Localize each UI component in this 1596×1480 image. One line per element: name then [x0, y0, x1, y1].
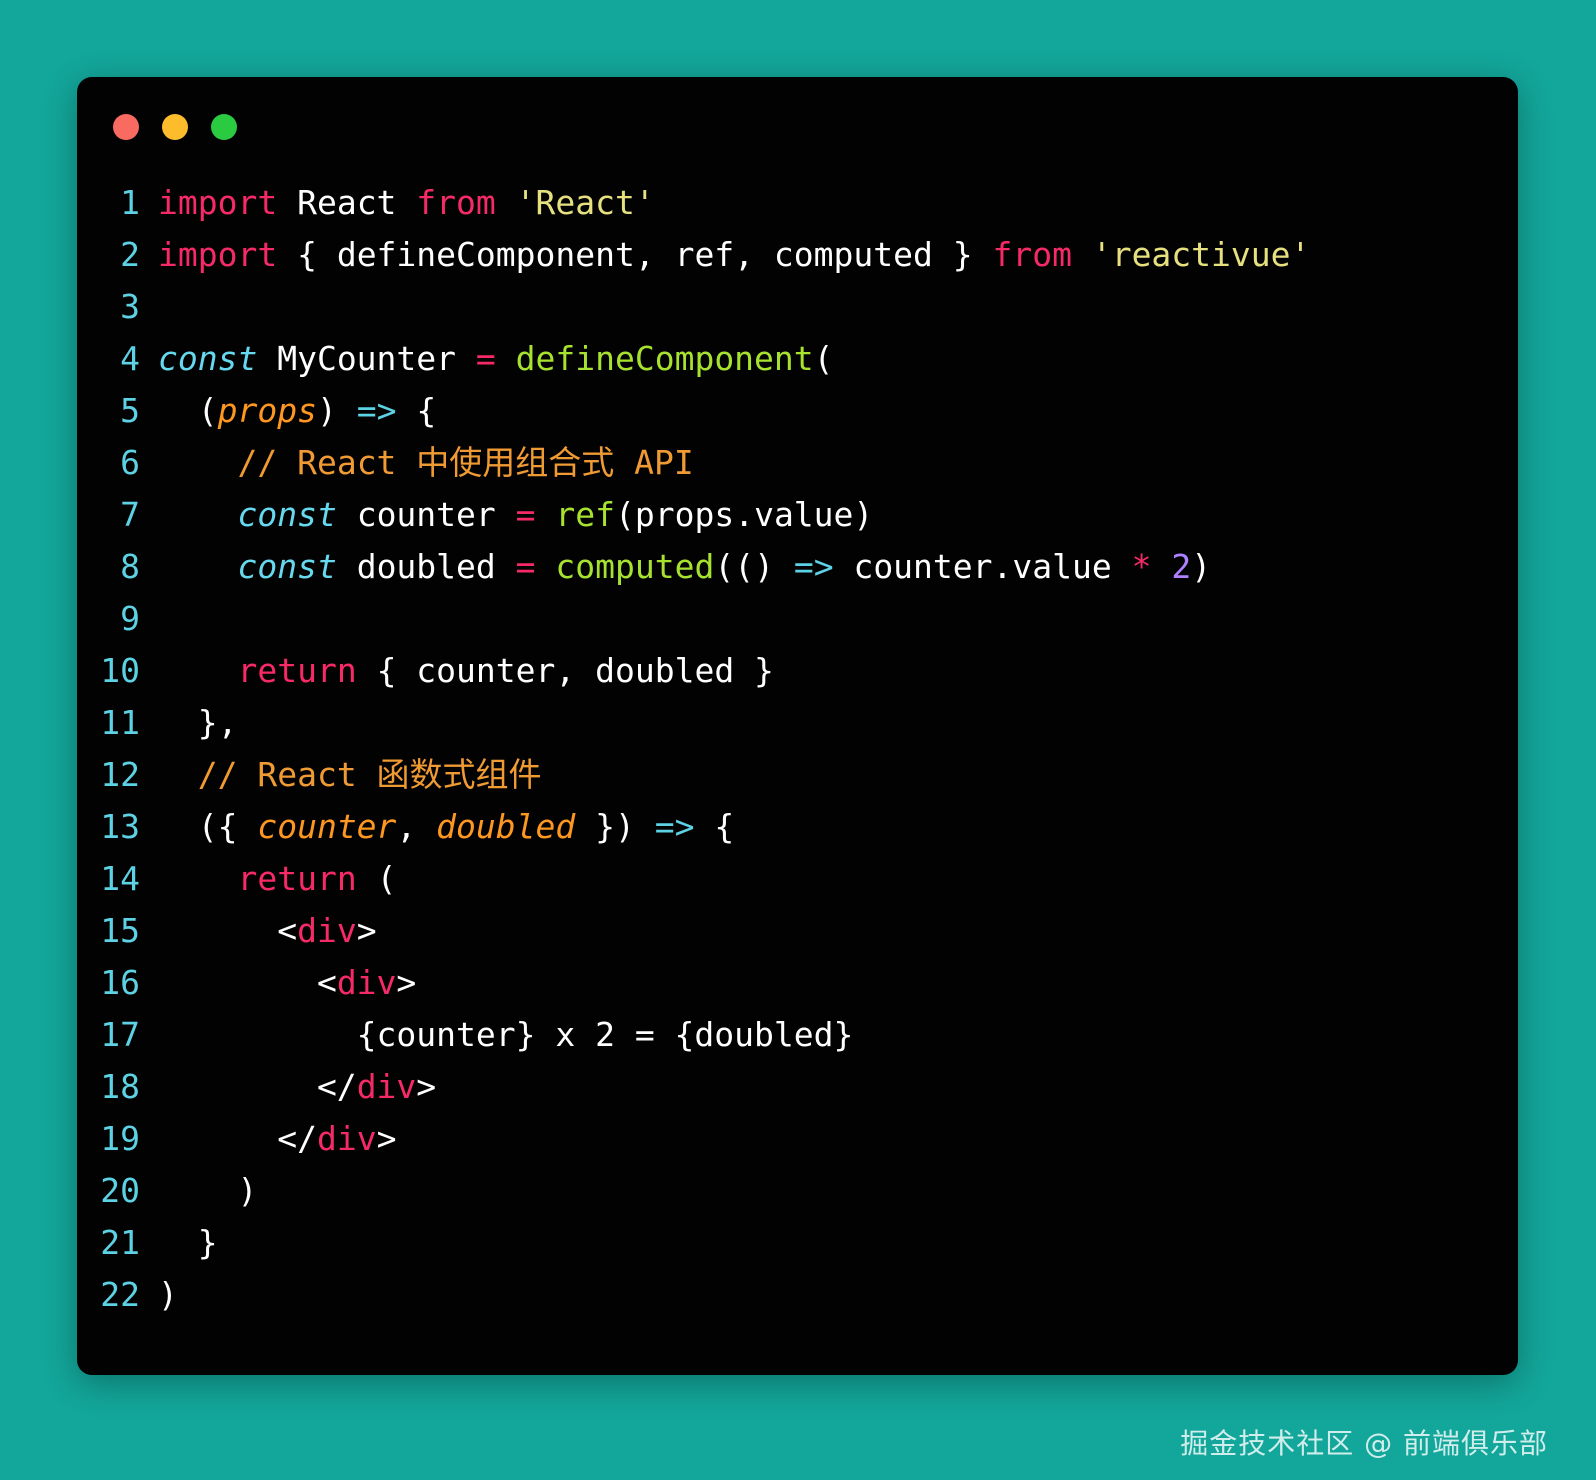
code-line: 6 // React 中使用组合式 API: [77, 437, 1518, 489]
line-number: 11: [100, 703, 140, 742]
code-line: 7 const counter = ref(props.value): [77, 489, 1518, 541]
code-line: 10 return { counter, doubled }: [77, 645, 1518, 697]
line-number: 10: [100, 651, 140, 690]
line-source: ): [158, 1171, 258, 1210]
code-line: 1 import React from 'React': [77, 177, 1518, 229]
code-line: 2 import { defineComponent, ref, compute…: [77, 229, 1518, 281]
screenshot-stage: 1 import React from 'React' 2 import { d…: [0, 0, 1596, 1480]
line-source: const doubled = computed(() => counter.v…: [237, 547, 1212, 586]
line-number: 3: [120, 287, 140, 326]
line-number: 4: [120, 339, 140, 378]
code-line: 18 </div>: [77, 1061, 1518, 1113]
code-line: 20 ): [77, 1165, 1518, 1217]
line-source: <div>: [158, 911, 377, 950]
minimize-button[interactable]: [162, 114, 188, 140]
line-source: ({ counter, doubled }) => {: [158, 807, 735, 846]
line-source: // React 函数式组件: [197, 755, 542, 794]
window-titlebar: [77, 77, 1518, 177]
close-button[interactable]: [113, 114, 139, 140]
code-line: 3: [77, 281, 1518, 333]
line-source: },: [158, 703, 238, 742]
code-line: 16 <div>: [77, 957, 1518, 1009]
line-number: 15: [100, 911, 140, 950]
code-line: 14 return (: [77, 853, 1518, 905]
line-source: </div>: [158, 1067, 437, 1106]
line-number: 16: [100, 963, 140, 1002]
line-source: // React 中使用组合式 API: [237, 443, 694, 482]
line-number: 7: [120, 495, 140, 534]
line-number: 19: [100, 1119, 140, 1158]
code-window: 1 import React from 'React' 2 import { d…: [77, 77, 1518, 1375]
line-number: 17: [100, 1015, 140, 1054]
line-source: const MyCounter = defineComponent(: [158, 339, 834, 378]
line-source: return (: [237, 859, 397, 898]
line-number: 14: [100, 859, 140, 898]
code-line: 8 const doubled = computed(() => counter…: [77, 541, 1518, 593]
line-number: 6: [120, 443, 140, 482]
code-line: 12 // React 函数式组件: [77, 749, 1518, 801]
line-source: (props) => {: [158, 391, 437, 430]
line-number: 8: [120, 547, 140, 586]
line-source: ): [158, 1275, 178, 1314]
line-source: return { counter, doubled }: [237, 651, 774, 690]
line-source: import { defineComponent, ref, computed …: [158, 235, 1311, 274]
code-line: 11 },: [77, 697, 1518, 749]
code-line: 19 </div>: [77, 1113, 1518, 1165]
line-number: 5: [120, 391, 140, 430]
line-number: 21: [100, 1223, 140, 1262]
code-line: 17 {counter} x 2 = {doubled}: [77, 1009, 1518, 1061]
line-number: 18: [100, 1067, 140, 1106]
maximize-button[interactable]: [211, 114, 237, 140]
line-source: {counter} x 2 = {doubled}: [158, 1015, 854, 1054]
line-number: 1: [120, 183, 140, 222]
watermark: 掘金技术社区 @ 前端俱乐部: [1180, 1427, 1548, 1460]
code-line: 15 <div>: [77, 905, 1518, 957]
code-line: 13 ({ counter, doubled }) => {: [77, 801, 1518, 853]
line-number: 2: [120, 235, 140, 274]
line-source: import React from 'React': [158, 183, 655, 222]
line-source: </div>: [158, 1119, 397, 1158]
code-line: 21 }: [77, 1217, 1518, 1269]
code-editor[interactable]: 1 import React from 'React' 2 import { d…: [77, 177, 1518, 1375]
line-source: }: [158, 1223, 218, 1262]
code-line: 9: [77, 593, 1518, 645]
line-number: 13: [100, 807, 140, 846]
code-line: 4 const MyCounter = defineComponent(: [77, 333, 1518, 385]
code-line: 22 ): [77, 1269, 1518, 1321]
line-number: 22: [100, 1275, 140, 1314]
code-line: 5 (props) => {: [77, 385, 1518, 437]
line-source: const counter = ref(props.value): [237, 495, 874, 534]
line-source: <div>: [158, 963, 417, 1002]
line-number: 12: [100, 755, 140, 794]
line-number: 9: [120, 599, 140, 638]
line-number: 20: [100, 1171, 140, 1210]
